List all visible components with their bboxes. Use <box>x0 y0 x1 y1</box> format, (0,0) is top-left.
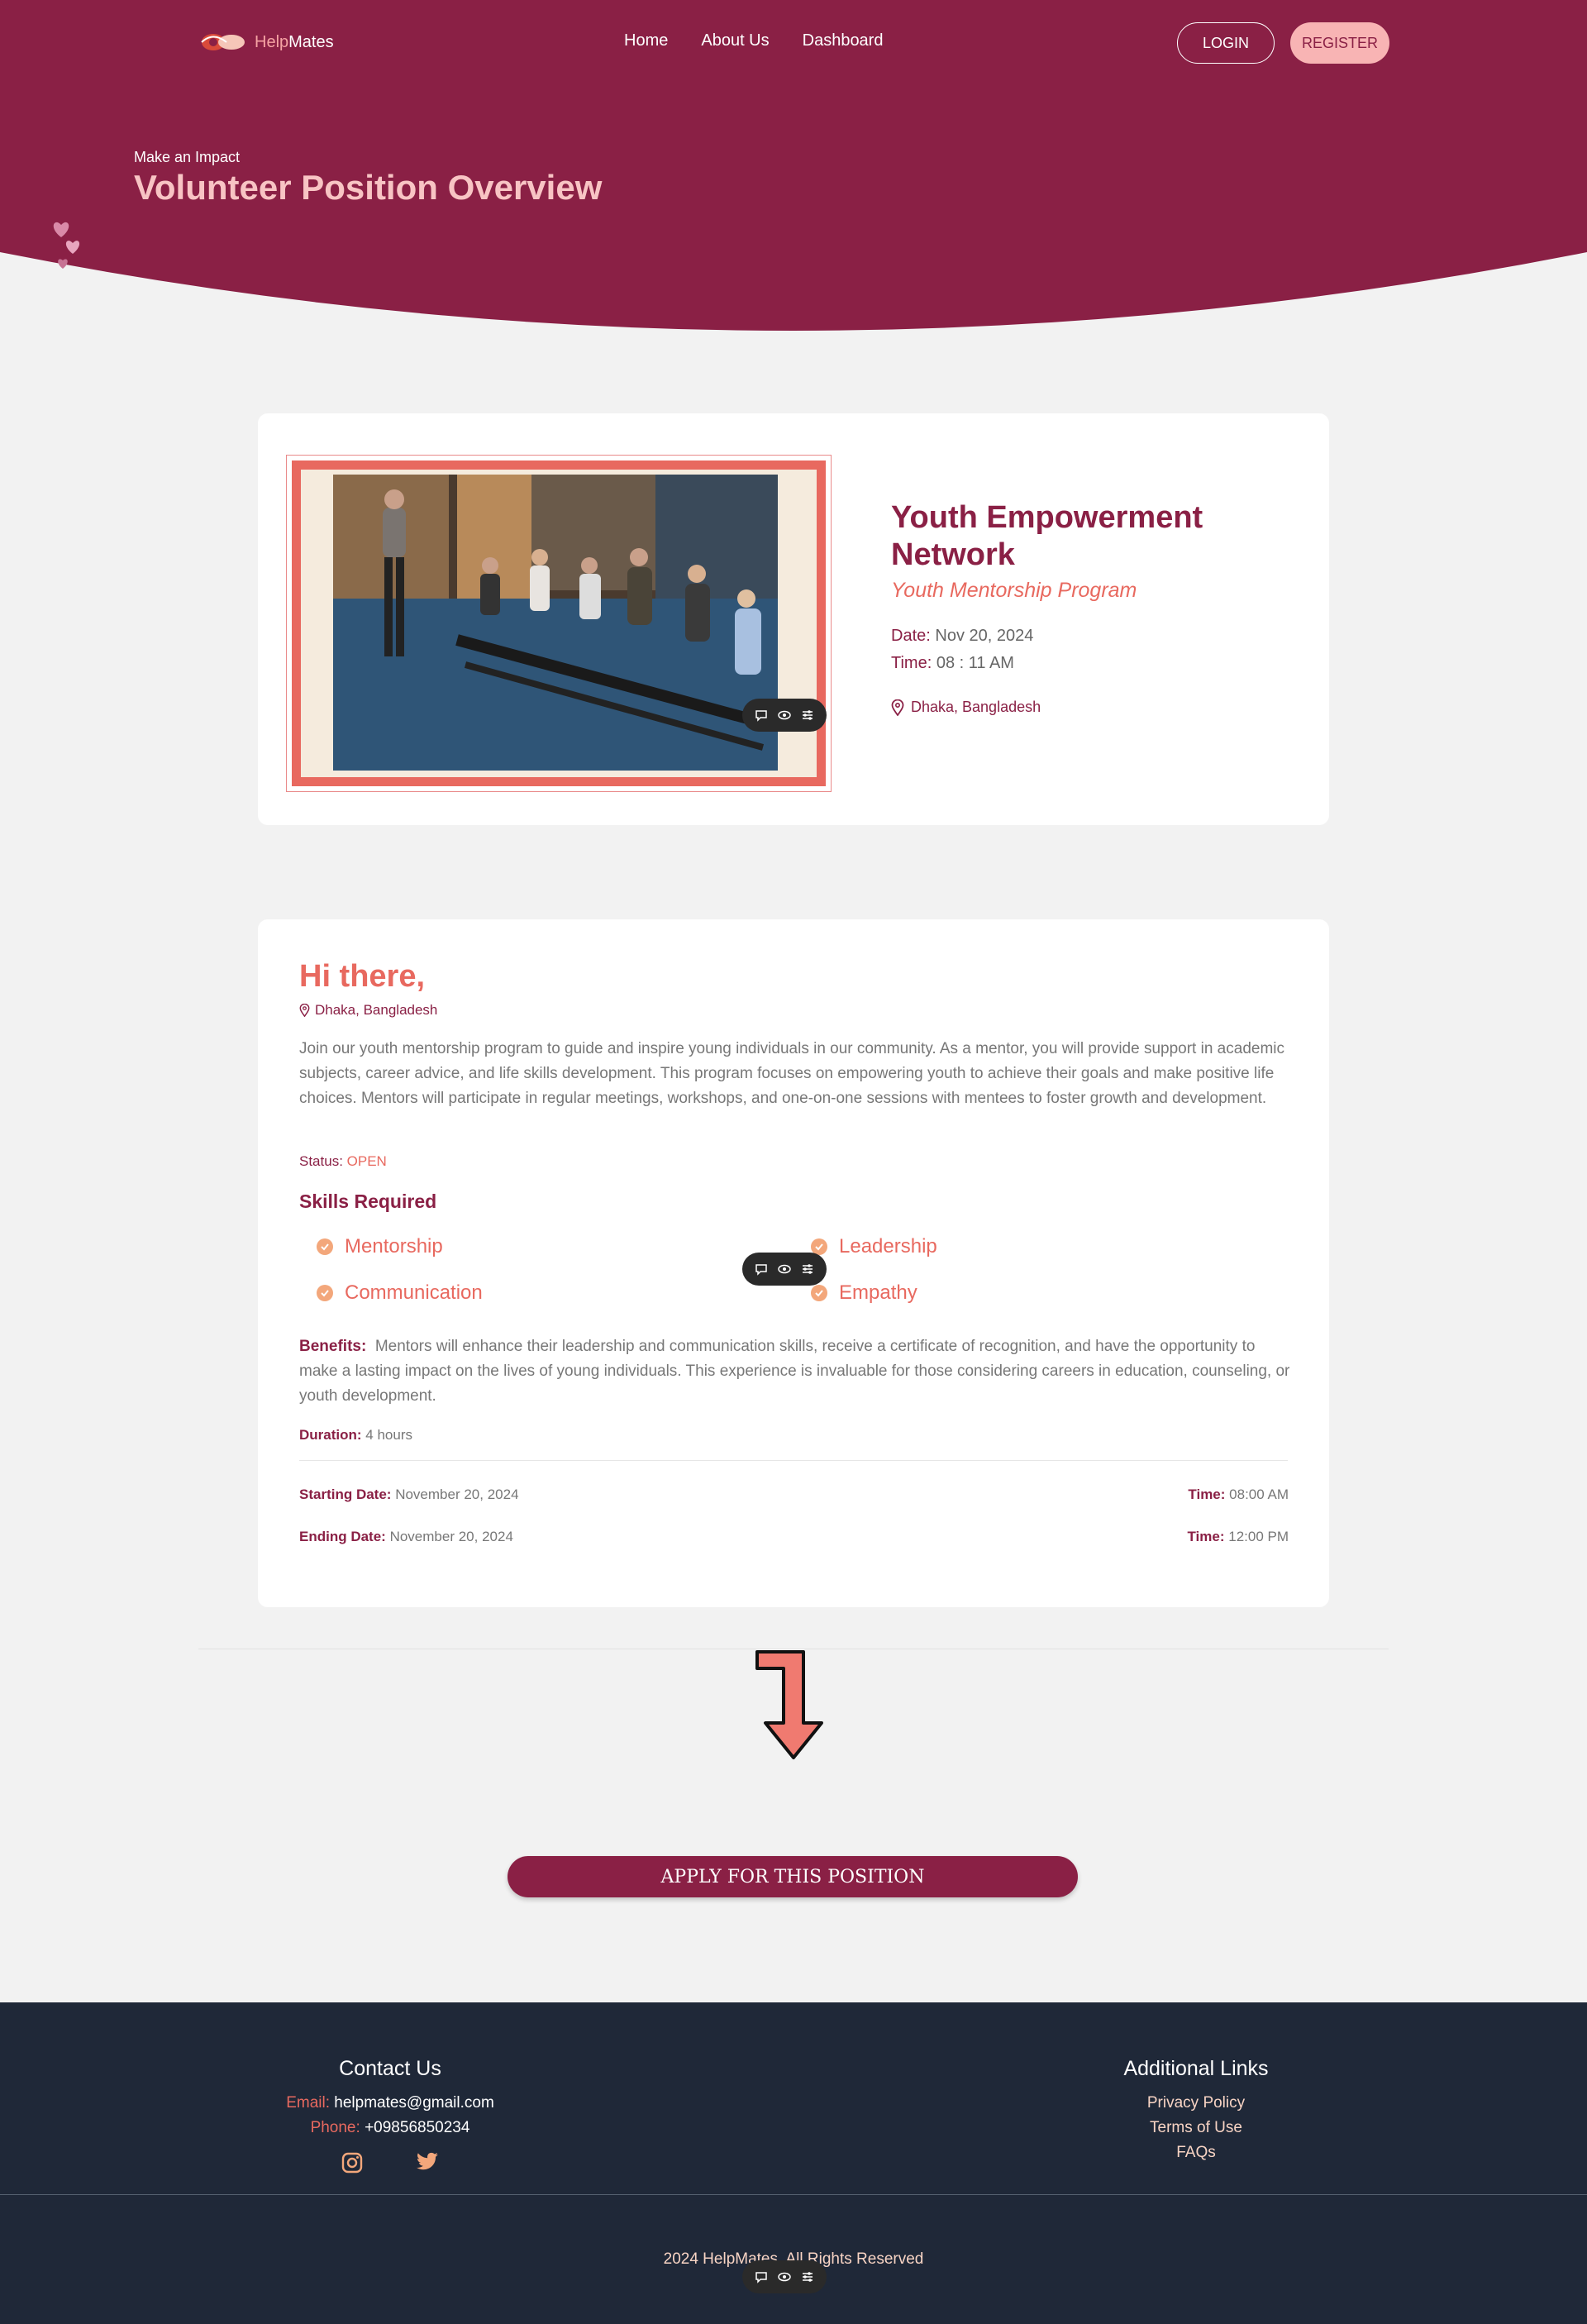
organization-name: Youth Empowerment Network <box>891 500 1203 572</box>
logo[interactable]: HelpMates <box>198 28 334 56</box>
ending-time: Time: 12:00 PM <box>1187 1529 1289 1544</box>
footer-links: Additional Links Privacy Policy Terms of… <box>1031 2057 1361 2165</box>
eye-icon[interactable] <box>778 2270 791 2283</box>
location-pin-icon <box>299 1004 310 1017</box>
ending-date: Ending Date: November 20, 2024 <box>299 1529 513 1544</box>
skill-item: Communication <box>317 1281 483 1305</box>
footer-phone: Phone: +09856850234 <box>310 2119 470 2136</box>
email-link[interactable]: helpmates@gmail.com <box>334 2094 494 2112</box>
check-icon <box>317 1285 333 1301</box>
image-toolbar[interactable] <box>742 699 827 732</box>
register-button[interactable]: REGISTER <box>1290 22 1389 64</box>
benefits-text: Benefits: Mentors will enhance their lea… <box>299 1338 1290 1405</box>
comment-icon[interactable] <box>755 1262 768 1276</box>
details-location: Dhaka, Bangladesh <box>299 1002 437 1019</box>
divider <box>299 1460 1288 1461</box>
link-terms-of-use[interactable]: Terms of Use <box>1031 2116 1361 2140</box>
event-time: Time: 08 : 11 AM <box>891 654 1014 672</box>
event-date: Date: Nov 20, 2024 <box>891 627 1034 645</box>
footer-divider <box>0 2194 1587 2195</box>
nav-home[interactable]: Home <box>624 31 668 50</box>
mentorship-session-image <box>333 475 778 771</box>
status-badge: Status: OPEN <box>299 1153 387 1169</box>
navbar: HelpMates Home About Us Dashboard LOGIN … <box>0 0 1587 83</box>
check-icon <box>811 1285 827 1301</box>
heart-icon <box>53 222 80 269</box>
skill-item: Leadership <box>811 1235 937 1258</box>
comment-icon[interactable] <box>755 709 768 722</box>
program-name: Youth Mentorship Program <box>891 579 1137 602</box>
program-photo <box>286 455 832 792</box>
starting-time: Time: 08:00 AM <box>1188 1487 1289 1502</box>
skill-item: Empathy <box>811 1281 917 1305</box>
apply-button[interactable]: APPLY FOR THIS POSITION <box>508 1856 1078 1897</box>
greeting-heading: Hi there, <box>299 959 426 994</box>
footer-toolbar[interactable] <box>742 2260 827 2293</box>
check-icon <box>317 1238 333 1255</box>
contact-heading: Contact Us <box>339 2057 441 2080</box>
nav-about-us[interactable]: About Us <box>701 31 769 50</box>
main-menu: Home About Us Dashboard <box>624 31 883 50</box>
eye-icon[interactable] <box>778 1262 791 1276</box>
sliders-icon[interactable] <box>801 2270 814 2283</box>
skill-item: Mentorship <box>317 1235 443 1258</box>
eye-icon[interactable] <box>778 709 791 722</box>
nav-dashboard[interactable]: Dashboard <box>803 31 884 50</box>
footer-contact: Contact Us Email: helpmates@gmail.com Ph… <box>225 2057 555 2174</box>
link-privacy-policy[interactable]: Privacy Policy <box>1031 2091 1361 2116</box>
sliders-icon[interactable] <box>801 709 814 722</box>
event-location: Dhaka, Bangladesh <box>891 699 1041 716</box>
logo-icon <box>201 34 245 50</box>
twitter-icon[interactable] <box>416 2152 439 2172</box>
logo-text: HelpMates <box>255 32 334 51</box>
hero-header: HelpMates Home About Us Dashboard LOGIN … <box>0 0 1587 331</box>
content-toolbar[interactable] <box>742 1253 827 1286</box>
sliders-icon[interactable] <box>801 1262 814 1276</box>
duration: Duration: 4 hours <box>299 1427 412 1443</box>
starting-date: Starting Date: November 20, 2024 <box>299 1487 519 1502</box>
login-button[interactable]: LOGIN <box>1177 22 1275 64</box>
program-description: Join our youth mentorship program to gui… <box>299 1040 1284 1107</box>
page-title: Volunteer Position Overview <box>134 168 603 207</box>
comment-icon[interactable] <box>755 2270 768 2283</box>
hero-subtitle: Make an Impact <box>134 149 241 165</box>
footer-email: Email: helpmates@gmail.com <box>286 2094 494 2112</box>
arrow-down-icon <box>755 1650 823 1759</box>
location-pin-icon <box>891 699 904 716</box>
skills-heading: Skills Required <box>299 1191 437 1212</box>
links-heading: Additional Links <box>1123 2057 1269 2080</box>
link-faqs[interactable]: FAQs <box>1031 2140 1361 2165</box>
instagram-icon[interactable] <box>341 2152 363 2174</box>
